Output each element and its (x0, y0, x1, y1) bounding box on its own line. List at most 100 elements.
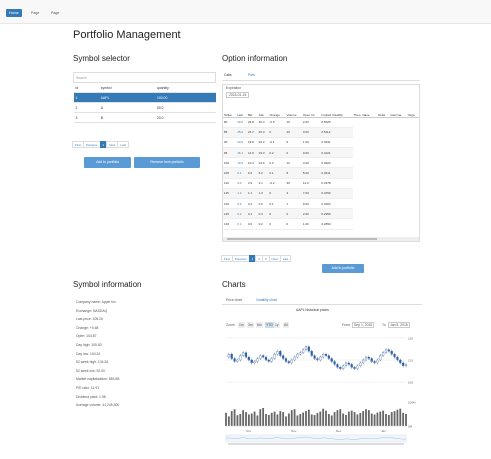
tab-divider (222, 80, 420, 81)
table-row[interactable]: 125 0.2 0.1 0.3 0 0 2.00 0.2950 (223, 208, 419, 220)
zoom-button[interactable]: 1m (238, 322, 245, 328)
table-row[interactable]: 130 0.1 0.0 0.2 0 0 1.00 0.2890 (223, 218, 419, 230)
table-row[interactable]: 95 15.1 14.9 15.3 0.2 0 0.00 0.4221 (223, 147, 419, 159)
volume-bar (362, 411, 365, 426)
zoom-button[interactable]: YTD (265, 322, 274, 328)
volume-bar (396, 409, 399, 426)
volume-bar (225, 412, 227, 426)
info-item: Average volume: 41,245,300 (76, 403, 120, 408)
zoom-button[interactable]: All (283, 322, 289, 328)
volume-bar (350, 410, 353, 426)
table-cell: 3.1 (257, 178, 269, 189)
zoom-button[interactable]: 3m (247, 322, 254, 328)
table-row[interactable]: 90 20.0 19.8 20.2 -0.1 5 1.00 0.4531 (223, 137, 419, 149)
to-date-input[interactable]: Jan 5, 2016 (388, 322, 410, 328)
volume-bar (290, 410, 293, 426)
zoom-button[interactable]: 1y (274, 322, 280, 328)
column-header[interactable]: Volume (285, 103, 302, 118)
table-row[interactable]: 110 3.0 2.9 3.1 -0.2 30 12.0 0.3378 (223, 178, 419, 189)
column-header[interactable]: Implied Volatility (320, 103, 353, 118)
volume-bar (385, 414, 387, 426)
volume-bar (402, 412, 405, 426)
info-item: 52 week low: 92.00 (76, 368, 106, 373)
column-header[interactable]: Strike (223, 103, 237, 118)
table-cell: 0 (268, 218, 286, 230)
tab-volatility-chart[interactable]: Volatility chart (256, 298, 277, 302)
pager-previous[interactable]: Previous (231, 255, 250, 262)
volume-axis-label: 100M (408, 401, 416, 405)
column-header[interactable]: Open Int (301, 103, 321, 118)
column-header[interactable]: Bid (246, 103, 258, 118)
volume-bar (250, 413, 253, 426)
horizontal-scrollbar[interactable] (223, 237, 419, 241)
from-date-input[interactable]: Sep 1, 2015 (352, 322, 375, 328)
pager-last[interactable]: Last (279, 255, 292, 262)
table-cell: 80 (223, 117, 237, 128)
table-cell: 1.00 (301, 218, 321, 230)
zoom-label: Zoom (226, 323, 235, 327)
table-header: id symbol quantity (73, 82, 216, 93)
volume-bar (256, 415, 259, 426)
volume-bar (367, 410, 370, 426)
column-header[interactable]: quantity (154, 82, 216, 93)
volume-bar (339, 409, 342, 426)
table-row[interactable]: 80 30.0 29.8 30.4 -0.5 10 2.00 0.5625 (223, 117, 419, 128)
table-row[interactable]: 115 1.2 1.1 1.3 0 3 7.00 0.3150 (223, 188, 419, 200)
add-to-portfolio-button[interactable]: Add to portfolio (84, 157, 131, 168)
nav-item-page-2[interactable]: Page (48, 9, 62, 17)
pager-last[interactable]: Last (117, 141, 130, 148)
column-header[interactable]: Delta (377, 103, 390, 118)
zoom-button[interactable]: 6m (256, 322, 263, 328)
scrollbar-thumb[interactable] (227, 238, 377, 240)
tab-calls[interactable]: Calls (224, 73, 232, 77)
table-cell: 29.8 (246, 117, 258, 128)
volume-bar (373, 414, 376, 426)
remove-from-portfolio-button[interactable]: Remove from portfolio (134, 157, 200, 168)
column-header[interactable]: symbol (98, 82, 155, 93)
table-cell: 0.1 (246, 208, 258, 220)
column-header[interactable]: Gamma (389, 103, 407, 118)
expiration-select[interactable]: 2016-01-15 (226, 92, 250, 98)
nav-item-page-1[interactable]: Page (28, 9, 42, 17)
table-cell: 9.00 (301, 198, 321, 210)
pager-previous[interactable]: Previous (82, 141, 101, 148)
table-cell: 25.3 (257, 127, 269, 138)
column-header[interactable]: Vega (406, 103, 419, 118)
column-header[interactable]: Theo. Value (352, 103, 378, 118)
volume-bar (310, 414, 313, 426)
table-row[interactable]: 3 B 20.0 (73, 112, 216, 123)
info-item: 52 week high: 134.54 (76, 360, 109, 365)
column-header[interactable]: Ask (257, 103, 269, 118)
nav-item-home[interactable]: Home (6, 9, 22, 17)
symbol-table: Search id symbol quantity 1 AAPL 100.00 … (73, 72, 216, 123)
volume-bar (253, 411, 256, 426)
table-cell: 0 (285, 208, 302, 220)
add-option-to-portfolio-button[interactable]: Add to portfolio (322, 264, 364, 273)
tab-puts[interactable]: Puts (248, 73, 255, 77)
table-cell: -0.2 (268, 178, 286, 189)
price-chart[interactable]: 120 110 100 100M 0M Oct Nov Dec Jan (222, 332, 422, 452)
table-cell: 30.0 (236, 117, 247, 128)
table-cell: 105 (223, 167, 237, 179)
volume-bar (230, 411, 233, 426)
column-header[interactable]: Change (268, 103, 286, 118)
table-row[interactable]: 105 6.1 6.0 6.2 0.1 8 5.00 0.3611 (223, 167, 419, 179)
table-cell: 0.1 (268, 198, 286, 210)
column-header[interactable]: Last (236, 103, 247, 118)
table-cell: 0 (268, 188, 286, 200)
symbol-filter-input[interactable]: Search (73, 72, 216, 83)
table-cell: 0.3924 (320, 157, 353, 169)
table-cell: 2.00 (301, 208, 321, 220)
table-row[interactable]: 120 0.5 0.4 0.6 0.1 1 9.00 0.3002 (223, 198, 419, 210)
table-row[interactable]: 100 10.5 10.3 10.6 0.3 12 4.00 0.3924 (223, 157, 419, 169)
volume-bar (302, 412, 305, 426)
option-table-box: Expiration 2016-01-15 Strike Last Bid Ask Ch… (222, 84, 420, 242)
volume-bar (325, 410, 327, 426)
table-row[interactable]: 85 25.0 24.7 25.3 0 20 3.00 0.5112 (223, 127, 419, 138)
tab-price-chart[interactable]: Price chart (226, 298, 242, 302)
table-row[interactable]: 1 AAPL 100.00 (73, 92, 216, 103)
table-cell: 0.5625 (320, 117, 353, 128)
table-row[interactable]: 2 A 50.0 (73, 102, 216, 113)
volume-bar (327, 414, 330, 426)
column-header[interactable]: id (73, 82, 99, 93)
